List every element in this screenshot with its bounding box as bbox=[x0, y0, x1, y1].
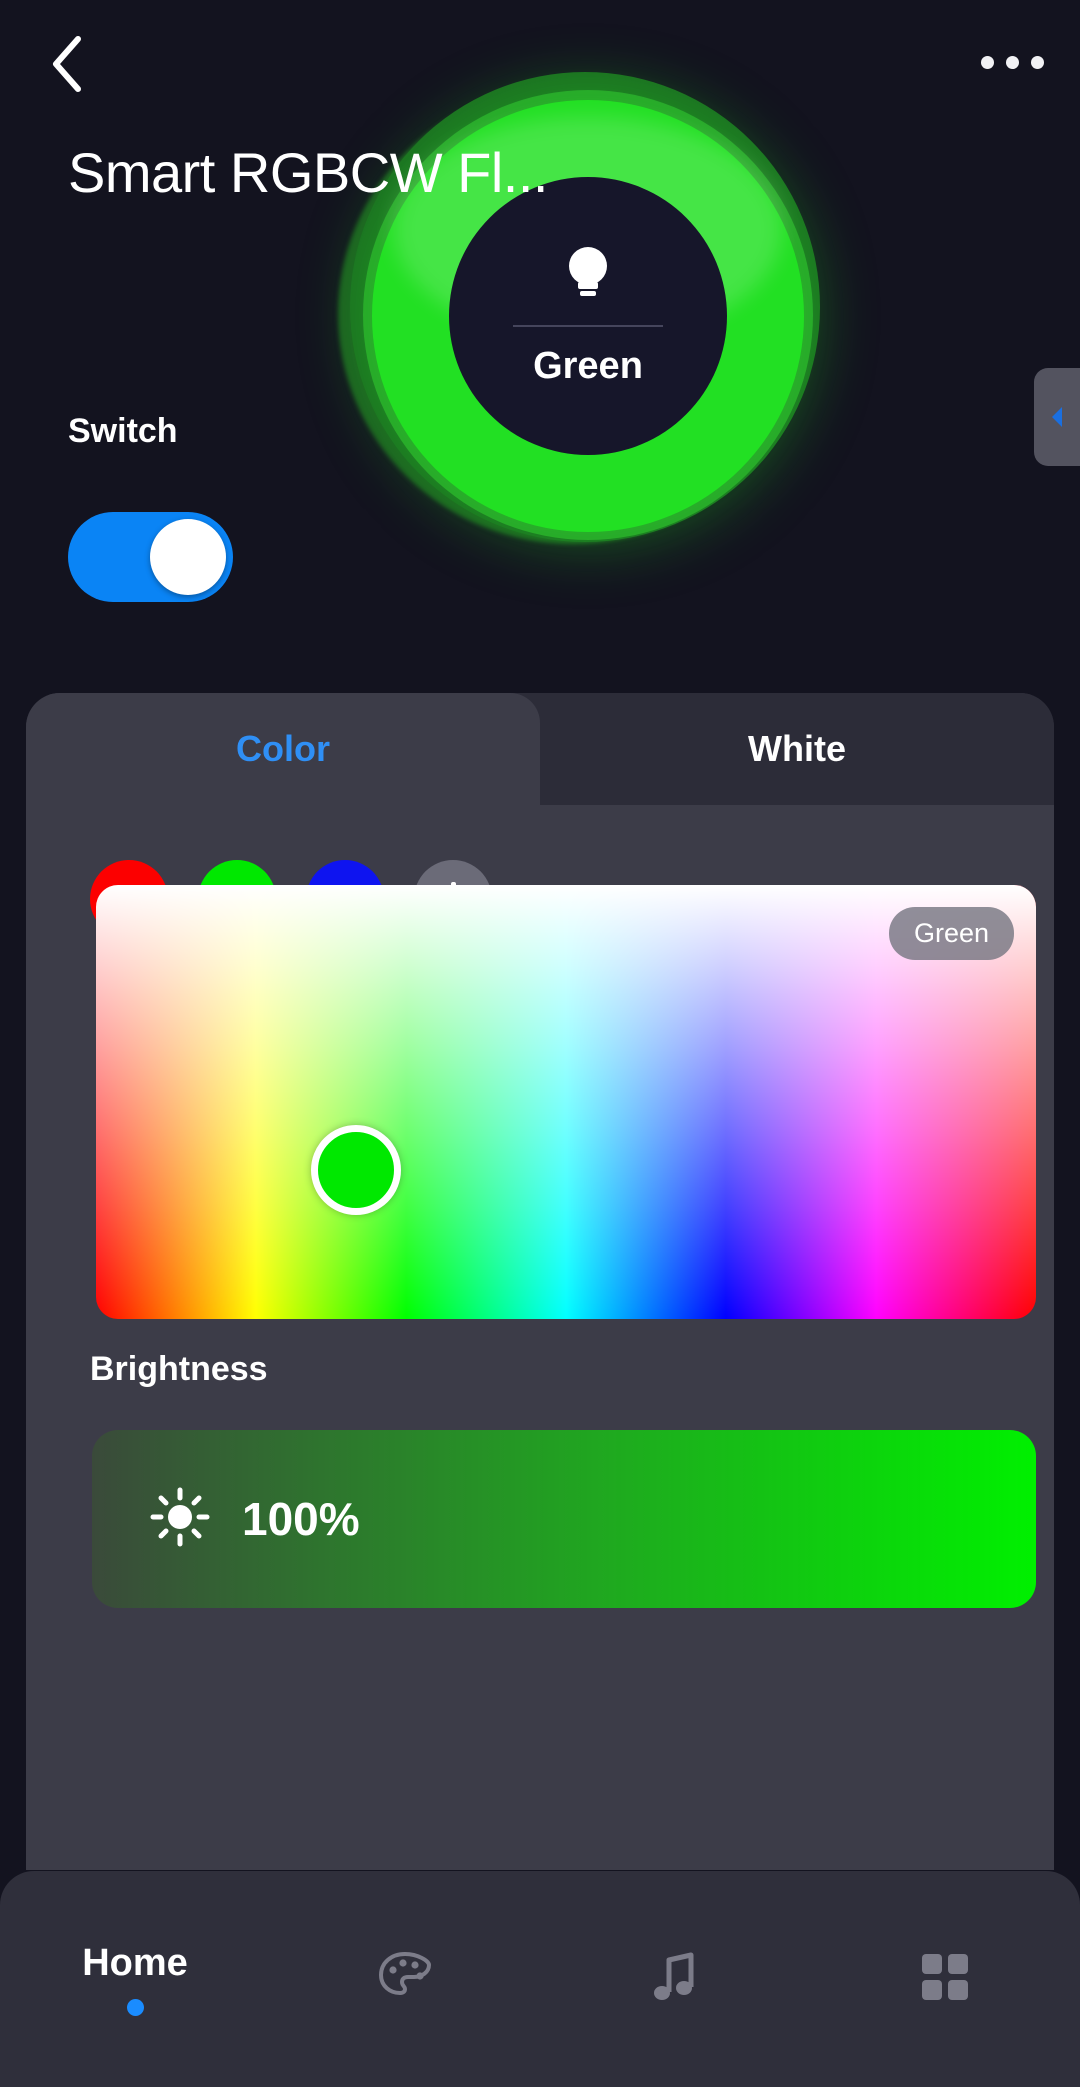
more-horizontal-icon bbox=[1005, 55, 1019, 69]
lamp-center[interactable]: Green bbox=[449, 177, 727, 455]
color-picker[interactable]: Green bbox=[96, 885, 1036, 1319]
color-tab-content: Green Brightness 100% bbox=[26, 805, 1054, 1870]
switch-label: Switch bbox=[68, 412, 178, 450]
power-toggle[interactable] bbox=[68, 512, 233, 602]
nav-home-label: Home bbox=[82, 1942, 188, 1984]
more-options-button[interactable] bbox=[972, 30, 1052, 94]
brightness-label: Brightness bbox=[90, 1350, 268, 1388]
brightness-value: 100% bbox=[242, 1493, 360, 1545]
lightbulb-icon bbox=[564, 244, 612, 309]
picker-color-chip: Green bbox=[888, 907, 1014, 960]
nav-item-music[interactable] bbox=[540, 1871, 810, 2087]
nav-item-grid[interactable] bbox=[810, 1871, 1080, 2087]
more-horizontal-icon bbox=[980, 55, 994, 69]
bottom-nav: Home bbox=[0, 1871, 1080, 2087]
tab-color[interactable]: Color bbox=[26, 693, 540, 805]
tab-color-label: Color bbox=[236, 728, 330, 769]
tab-bar: Color White bbox=[26, 693, 1054, 805]
control-panel: Color White Green Brightness 100% bbox=[26, 693, 1054, 1870]
lamp-state-label: Green bbox=[533, 345, 643, 387]
lamp-divider bbox=[513, 325, 663, 327]
palette-icon bbox=[376, 1948, 434, 2011]
lamp-visual[interactable]: Green bbox=[330, 62, 930, 544]
toggle-knob bbox=[150, 519, 226, 595]
grid-icon bbox=[917, 1949, 973, 2010]
color-picker-handle[interactable] bbox=[311, 1125, 401, 1215]
music-note-icon bbox=[649, 1948, 701, 2011]
more-horizontal-icon bbox=[1030, 55, 1044, 69]
page-title: Smart RGBCW Fl... bbox=[68, 141, 548, 204]
brightness-slider[interactable]: 100% bbox=[92, 1430, 1036, 1608]
chevron-left-small-icon bbox=[1048, 404, 1066, 430]
top-bar bbox=[0, 0, 1080, 120]
nav-item-home[interactable]: Home bbox=[0, 1871, 270, 2087]
nav-active-dot bbox=[126, 1999, 144, 2016]
tab-white[interactable]: White bbox=[540, 693, 1054, 805]
tab-white-label: White bbox=[748, 728, 846, 769]
side-drawer-handle[interactable] bbox=[1034, 368, 1080, 466]
chevron-left-icon bbox=[49, 35, 83, 93]
sun-icon bbox=[150, 1487, 210, 1552]
nav-item-scene[interactable] bbox=[270, 1871, 540, 2087]
back-button[interactable] bbox=[30, 28, 102, 100]
device-control-screen: Smart RGBCW Fl... Green Switch Color Whi… bbox=[0, 0, 1080, 2087]
